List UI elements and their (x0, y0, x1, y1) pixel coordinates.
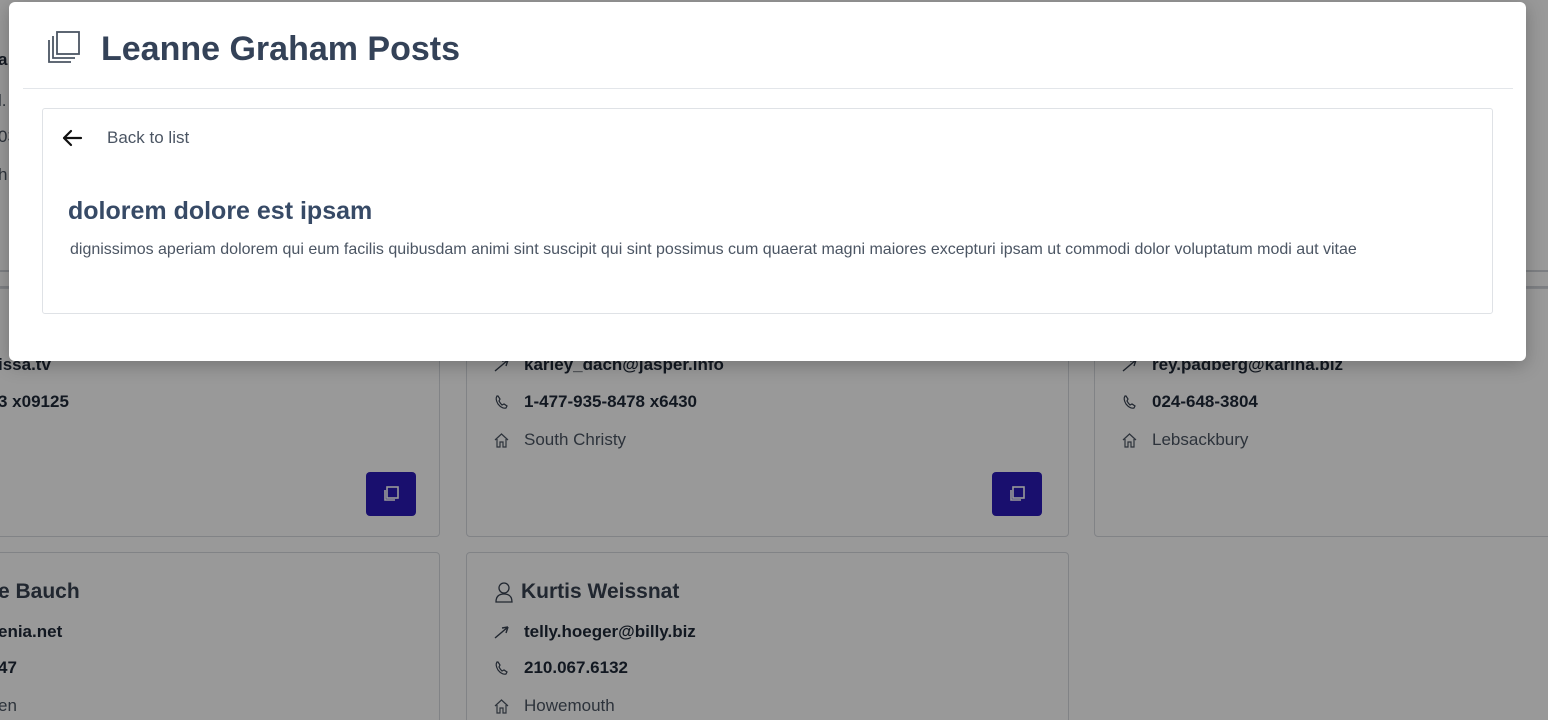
back-to-list-label: Back to list (107, 128, 190, 147)
arrow-left-icon (62, 129, 83, 147)
modal-header: Leanne Graham Posts (23, 2, 1513, 89)
post-body: dignissimos aperiam dolorem qui eum faci… (70, 241, 1357, 258)
post-title: dolorem dolore est ipsam (68, 197, 373, 225)
page: a l. 03 h issa.tv 3 x09125 karley_dach@j… (0, 0, 1548, 720)
back-to-list-link[interactable]: Back to list (61, 127, 189, 149)
posts-icon (48, 31, 80, 63)
posts-modal: Leanne Graham Posts Back to list dolorem… (9, 2, 1526, 361)
post-detail: Back to list dolorem dolore est ipsam di… (42, 108, 1493, 314)
modal-title: Leanne Graham Posts (101, 30, 461, 68)
